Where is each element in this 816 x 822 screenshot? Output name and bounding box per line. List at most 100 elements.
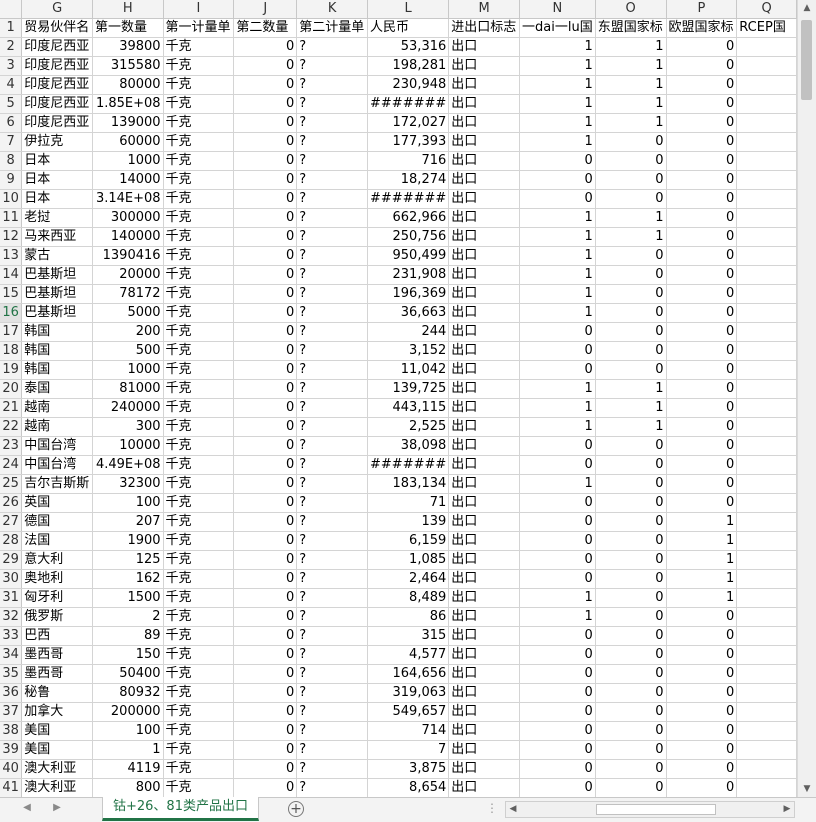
cell[interactable]: 549,657 xyxy=(367,702,450,722)
cell[interactable]: 0 xyxy=(595,360,667,380)
cell[interactable] xyxy=(736,37,797,57)
cell[interactable]: 0 xyxy=(595,550,667,570)
cell[interactable]: 0 xyxy=(233,379,298,399)
cell[interactable]: 8,489 xyxy=(367,588,450,608)
cell[interactable]: 250,756 xyxy=(367,227,450,247)
row-header[interactable]: 10 xyxy=(0,189,23,209)
cell[interactable]: 千克 xyxy=(163,569,235,589)
cell[interactable]: 0 xyxy=(666,455,738,475)
cell[interactable] xyxy=(736,303,797,323)
cell[interactable]: ? xyxy=(296,398,369,418)
cell[interactable]: 千克 xyxy=(163,379,235,399)
cell[interactable]: 662,966 xyxy=(367,208,450,228)
cell[interactable]: 0 xyxy=(233,702,298,722)
cell[interactable]: 86 xyxy=(367,607,450,627)
cell[interactable]: 0 xyxy=(233,208,298,228)
cell[interactable]: 80000 xyxy=(92,75,164,95)
cell[interactable]: 第一计量单 xyxy=(163,18,235,38)
cell[interactable]: 0 xyxy=(519,455,596,475)
cell[interactable] xyxy=(736,398,797,418)
cell[interactable]: 出口 xyxy=(448,113,521,133)
cell[interactable]: 1,085 xyxy=(367,550,450,570)
cell[interactable]: 一dai一lu国 xyxy=(519,18,596,38)
cell[interactable]: 0 xyxy=(595,455,667,475)
cell[interactable]: 0 xyxy=(666,778,738,797)
cell[interactable]: 出口 xyxy=(448,37,521,57)
cell[interactable]: 法国 xyxy=(21,531,94,551)
row-header[interactable]: 20 xyxy=(0,379,23,399)
cell[interactable] xyxy=(736,569,797,589)
cell[interactable]: 0 xyxy=(519,151,596,171)
cell[interactable]: ? xyxy=(296,322,369,342)
cell[interactable]: 2,464 xyxy=(367,569,450,589)
cell[interactable] xyxy=(736,417,797,437)
cell[interactable]: 巴西 xyxy=(21,626,94,646)
cell[interactable]: ? xyxy=(296,56,369,76)
cell[interactable]: 1 xyxy=(519,474,596,494)
cell[interactable]: 10000 xyxy=(92,436,164,456)
cell[interactable]: RCEP国 xyxy=(736,18,797,38)
cell[interactable]: 出口 xyxy=(448,436,521,456)
cell[interactable]: 0 xyxy=(595,303,667,323)
cell[interactable]: 0 xyxy=(666,759,738,779)
cell[interactable]: 1 xyxy=(595,227,667,247)
cell[interactable]: 231,908 xyxy=(367,265,450,285)
cell[interactable]: 0 xyxy=(595,132,667,152)
cell[interactable]: 0 xyxy=(666,474,738,494)
cell[interactable]: 3,875 xyxy=(367,759,450,779)
cell[interactable]: ? xyxy=(296,626,369,646)
cell[interactable]: 0 xyxy=(233,398,298,418)
cell[interactable]: 0 xyxy=(595,246,667,266)
row-header[interactable]: 26 xyxy=(0,493,23,513)
cell[interactable]: 150 xyxy=(92,645,164,665)
cell[interactable]: 千克 xyxy=(163,474,235,494)
cell[interactable]: 0 xyxy=(233,664,298,684)
cell[interactable]: 100 xyxy=(92,721,164,741)
cell[interactable]: 0 xyxy=(666,56,738,76)
row-header[interactable]: 7 xyxy=(0,132,23,152)
cell[interactable]: 千克 xyxy=(163,56,235,76)
cell[interactable]: 1 xyxy=(519,607,596,627)
cell[interactable]: 出口 xyxy=(448,170,521,190)
cell[interactable]: 印度尼西亚 xyxy=(21,75,94,95)
cell[interactable]: 千克 xyxy=(163,360,235,380)
cell[interactable]: 0 xyxy=(595,436,667,456)
row-header[interactable]: 41 xyxy=(0,778,23,797)
cell[interactable]: 出口 xyxy=(448,94,521,114)
cell[interactable]: ? xyxy=(296,512,369,532)
cell[interactable]: 1 xyxy=(519,417,596,437)
cell[interactable]: 千克 xyxy=(163,208,235,228)
cell[interactable]: 墨西哥 xyxy=(21,645,94,665)
cell[interactable]: 1 xyxy=(519,56,596,76)
cell[interactable]: 伊拉克 xyxy=(21,132,94,152)
row-header[interactable]: 13 xyxy=(0,246,23,266)
cell[interactable]: 0 xyxy=(666,341,738,361)
cell[interactable]: 0 xyxy=(519,341,596,361)
row-header[interactable]: 35 xyxy=(0,664,23,684)
row-header[interactable]: 38 xyxy=(0,721,23,741)
cell[interactable]: 20000 xyxy=(92,265,164,285)
cell[interactable]: 千克 xyxy=(163,626,235,646)
cell[interactable] xyxy=(736,208,797,228)
row-header[interactable]: 28 xyxy=(0,531,23,551)
cell[interactable]: 匈牙利 xyxy=(21,588,94,608)
scroll-left-icon[interactable]: ◀ xyxy=(506,802,520,817)
cell[interactable]: 出口 xyxy=(448,75,521,95)
cell[interactable]: 0 xyxy=(519,512,596,532)
row-header[interactable]: 9 xyxy=(0,170,23,190)
cell[interactable]: 出口 xyxy=(448,645,521,665)
cell[interactable]: ? xyxy=(296,759,369,779)
cell[interactable]: 越南 xyxy=(21,417,94,437)
cell[interactable]: 日本 xyxy=(21,189,94,209)
cell[interactable]: ? xyxy=(296,132,369,152)
cell[interactable]: 1 xyxy=(595,113,667,133)
cell[interactable]: 0 xyxy=(595,474,667,494)
cell[interactable]: 韩国 xyxy=(21,360,94,380)
cell[interactable]: 1 xyxy=(666,531,738,551)
cell[interactable] xyxy=(736,588,797,608)
cell[interactable]: 千克 xyxy=(163,37,235,57)
cell[interactable]: 千克 xyxy=(163,94,235,114)
cell[interactable] xyxy=(736,740,797,760)
cell[interactable]: ? xyxy=(296,607,369,627)
cell[interactable]: 0 xyxy=(233,455,298,475)
